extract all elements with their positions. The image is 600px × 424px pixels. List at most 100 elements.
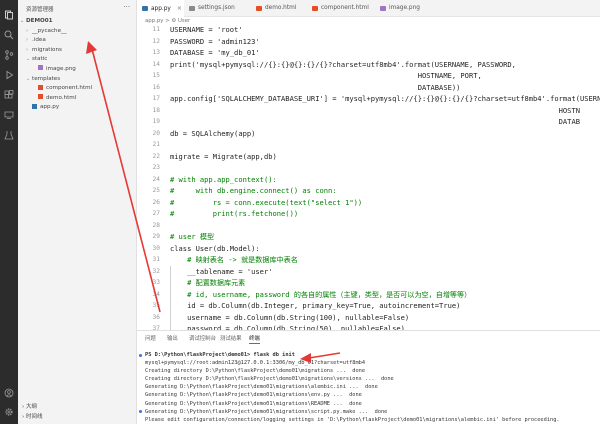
code-text: class User(db.Model): bbox=[170, 243, 260, 253]
sidebar-title: 资源管理器 bbox=[26, 7, 54, 13]
line-number: 17 bbox=[152, 95, 160, 102]
tab-demo-html[interactable]: demo.html bbox=[251, 0, 307, 17]
panel-tab-4[interactable]: 终端 bbox=[249, 334, 260, 344]
tree-item-label: __pycache__ bbox=[32, 27, 67, 34]
explorer-icon[interactable] bbox=[4, 10, 14, 20]
search-icon[interactable] bbox=[4, 30, 14, 40]
line-number: 27 bbox=[152, 210, 160, 217]
more-actions-icon[interactable]: ··· bbox=[123, 3, 130, 11]
html-file-icon bbox=[38, 94, 43, 100]
tree-item--pycache-[interactable]: › __pycache__ bbox=[18, 27, 137, 37]
bottom-panel: 问题 输出 调试控制台 测试结果 终端 PS D:\Python\flaskProjec… bbox=[137, 330, 600, 424]
python-file-icon bbox=[32, 103, 37, 109]
line-number: 23 bbox=[152, 164, 160, 171]
command-status-icon[interactable] bbox=[139, 410, 142, 414]
line-number: 28 bbox=[152, 221, 160, 229]
tree-item-static[interactable]: ⌄ static bbox=[18, 55, 137, 65]
panel-tab-3[interactable]: 测试结果 bbox=[220, 334, 242, 342]
chevron-right-icon: › bbox=[22, 414, 25, 420]
tab-label: demo.html bbox=[265, 5, 297, 11]
terminal-text: Generating D:\Python\flaskProject\demo01… bbox=[145, 400, 362, 407]
remote-explorer-icon[interactable] bbox=[4, 110, 14, 120]
tab-label: image.png bbox=[389, 5, 420, 11]
file-type-icon bbox=[142, 6, 148, 11]
tree-item-image-png[interactable]: image.png bbox=[18, 65, 137, 75]
panel-tabs: 问题 输出 调试控制台 测试结果 终端 bbox=[137, 331, 600, 345]
code-text: print('mysql+pymysql://{}:{}@{}:{}/{}?ch… bbox=[170, 59, 516, 69]
tree-item-label: demo.html bbox=[46, 94, 77, 101]
tree-item-label: migrations bbox=[32, 46, 62, 53]
timeline-section[interactable]: › 时间线 bbox=[18, 413, 137, 422]
line-number: 29 bbox=[152, 233, 160, 240]
tree-item-app-py[interactable]: app.py bbox=[18, 103, 137, 113]
code-text: id = db.Column(db.Integer, primary_key=T… bbox=[170, 301, 461, 310]
editor-tabs: app.py × settings.json demo.html component.h… bbox=[137, 0, 600, 17]
terminal-text: Generating D:\Python\flaskProject\demo01… bbox=[145, 408, 388, 415]
tab-app-py[interactable]: app.py × bbox=[137, 0, 184, 17]
outline-section[interactable]: › 大纲 bbox=[18, 403, 137, 412]
terminal-line: Generating D:\Python\flaskProject\demo01… bbox=[137, 391, 600, 399]
tree-item-label: app.py bbox=[40, 104, 60, 111]
panel-tab-2[interactable]: 调试控制台 bbox=[189, 334, 216, 342]
code-text: username = db.Column(db.String(100), nul… bbox=[170, 312, 410, 322]
terminal-text: Generating D:\Python\flaskProject\demo01… bbox=[145, 392, 362, 399]
terminal-line: Generating D:\Python\flaskProject\demo01… bbox=[137, 400, 600, 408]
code-text: app.config['SQLALCHEMY_DATABASE_URI'] = … bbox=[170, 94, 600, 103]
account-icon[interactable] bbox=[4, 388, 14, 398]
panel-tab-1[interactable]: 输出 bbox=[167, 334, 178, 342]
line-number: 33 bbox=[152, 279, 160, 286]
terminal-line: Creating directory D:\Python\flaskProjec… bbox=[137, 367, 600, 375]
tab-label: component.html bbox=[321, 5, 369, 11]
line-number: 20 bbox=[152, 129, 160, 137]
code-text: HOSTN bbox=[170, 105, 580, 115]
line-number: 35 bbox=[152, 302, 160, 309]
source-control-icon[interactable] bbox=[4, 50, 14, 60]
terminal-output[interactable]: PS D:\Python\flaskProject\demo01> flask … bbox=[137, 351, 600, 424]
panel-tab-0[interactable]: 问题 bbox=[145, 334, 156, 342]
line-number: 31 bbox=[152, 256, 160, 263]
terminal-line: Generating D:\Python\flaskProject\demo01… bbox=[137, 383, 600, 391]
tree-item-label: .idea bbox=[32, 37, 46, 44]
line-number: 34 bbox=[152, 290, 160, 298]
code-text: password = db.Column(db.String(50), null… bbox=[170, 324, 405, 330]
code-text: DATAB bbox=[170, 117, 580, 126]
tree-item-migrations[interactable]: › migrations bbox=[18, 46, 137, 56]
line-number: 11 bbox=[152, 26, 160, 33]
code-text: USERNAME = 'root' bbox=[170, 26, 243, 34]
line-number: 16 bbox=[152, 83, 160, 91]
line-number: 18 bbox=[152, 106, 160, 114]
terminal-prompt: PS D:\Python\flaskProject\demo01> flask … bbox=[137, 351, 600, 359]
tree-item-label: templates bbox=[32, 75, 61, 82]
line-number: 13 bbox=[152, 49, 160, 56]
testing-icon[interactable] bbox=[4, 130, 14, 140]
tree-item-label: image.png bbox=[46, 65, 76, 72]
tree-item-demo-html[interactable]: demo.html bbox=[18, 94, 137, 104]
file-type-icon bbox=[312, 6, 318, 11]
tab-component-html[interactable]: component.html bbox=[307, 0, 375, 17]
command-status-icon[interactable] bbox=[139, 353, 142, 357]
code-text: # with app.app_context(): bbox=[170, 174, 277, 184]
terminal-text: Creating directory D:\Python\flaskProjec… bbox=[145, 376, 394, 383]
file-type-icon bbox=[380, 6, 386, 11]
project-root[interactable]: ⌄ DEMO01 bbox=[18, 17, 137, 27]
extensions-icon[interactable] bbox=[4, 90, 14, 100]
tree-item-component-html[interactable]: component.html bbox=[18, 84, 137, 94]
code-text: db = SQLAlchemy(app) bbox=[170, 128, 256, 138]
tree-item-templates[interactable]: ⌄ templates bbox=[18, 75, 137, 85]
code-text: HOSTNAME, PORT, bbox=[170, 71, 482, 80]
tree-item--idea[interactable]: › .idea bbox=[18, 36, 137, 46]
close-icon[interactable]: × bbox=[177, 5, 182, 12]
terminal-line: Creating directory D:\Python\flaskProjec… bbox=[137, 375, 600, 383]
line-number: 32 bbox=[152, 267, 160, 275]
gear-icon[interactable] bbox=[4, 407, 14, 417]
line-number: 22 bbox=[152, 152, 160, 160]
breadcrumb[interactable]: app.py > ⚙ User bbox=[137, 17, 600, 26]
code-editor[interactable]: 11 USERNAME = 'root' 12 PASSWORD = 'admin12… bbox=[137, 26, 600, 330]
terminal-text: mysql+pymysql://root:admin123@127.0.0.1:… bbox=[145, 360, 366, 367]
code-text: PASSWORD = 'admin123' bbox=[170, 36, 260, 46]
tab-settings-json[interactable]: settings.json bbox=[184, 0, 251, 17]
tab-image-png[interactable]: image.png bbox=[375, 0, 437, 17]
code-text: # 映射表名 -> 就是数据库中表名 bbox=[170, 255, 298, 264]
file-tree: ⌄ DEMO01 › __pycache__ › .idea › migrations ⌄ st… bbox=[18, 17, 137, 113]
run-debug-icon[interactable] bbox=[4, 70, 14, 80]
